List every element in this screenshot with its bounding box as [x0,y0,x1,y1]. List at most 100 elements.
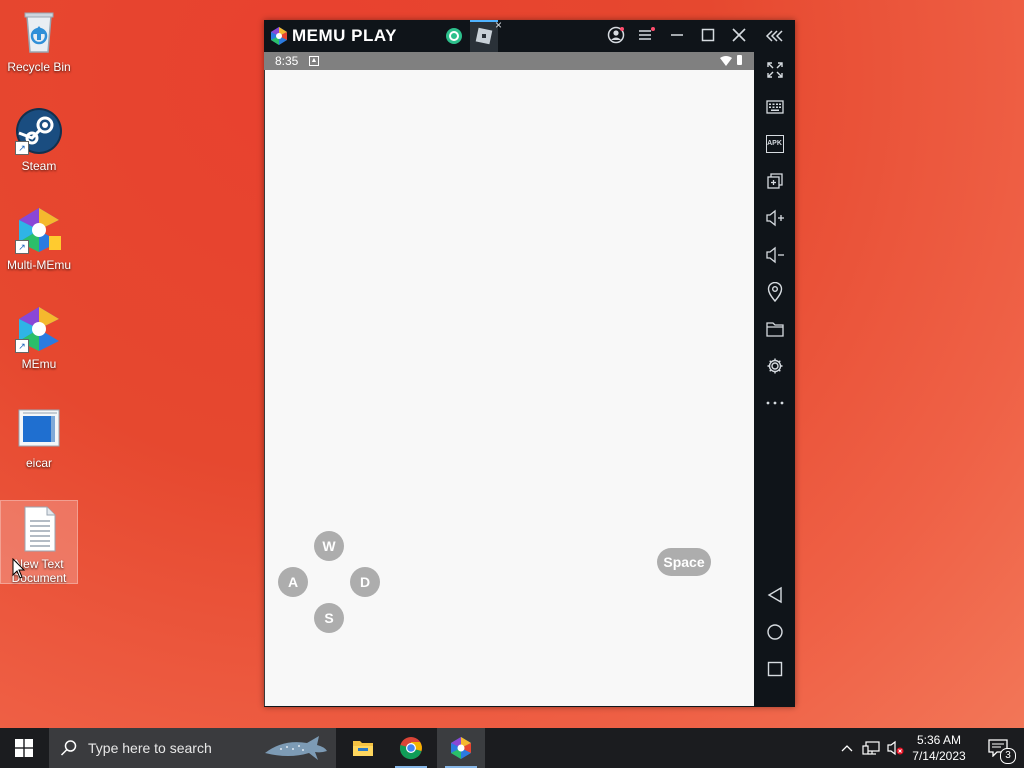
text-document-icon [15,505,63,553]
brand-text: MEMU PLAY [292,26,397,45]
home-icon [766,624,783,640]
keyboard-mapping-button[interactable] [754,95,795,119]
more-icon [766,401,783,405]
install-apk-button[interactable]: APK [754,132,795,156]
shortcut-arrow-icon: ↗ [15,339,29,353]
android-recents-button[interactable] [754,657,795,681]
desktop-icon-memu[interactable]: ↗ MEmu [1,305,77,371]
recycle-bin-icon [15,8,63,56]
hamburger-icon [639,27,655,40]
show-hidden-icons-button[interactable] [838,728,856,768]
desktop-icon-steam[interactable]: ↗ Steam [1,107,77,173]
volume-up-icon [765,209,784,227]
shortcut-arrow-icon: ↗ [15,141,29,155]
keyboard-icon [765,100,784,114]
desktop-icon-label: Recycle Bin [7,60,71,74]
taskbar-file-explorer[interactable] [339,728,387,768]
apk-icon: APK [765,135,784,153]
multi-memu-icon: ↗ [15,206,63,254]
settings-button[interactable] [754,354,795,378]
maximize-button[interactable] [698,26,718,46]
multi-window-icon [766,173,783,189]
network-button[interactable] [860,728,882,768]
file-explorer-icon [353,741,373,756]
taskbar-memu[interactable] [437,728,485,768]
network-icon [862,741,880,755]
close-button[interactable] [729,26,749,46]
chrome-icon [399,737,422,760]
multi-window-button[interactable] [754,169,795,193]
windows-taskbar: Type here to search 5:36 AM 7/14/2023 3 [0,728,1024,768]
close-icon [732,28,746,42]
android-screen[interactable]: W A D S Space [264,70,755,706]
search-icon [60,740,77,756]
memu-play-logo: MEMU PLAY [270,26,397,46]
minimize-button[interactable] [667,26,687,46]
collapse-sidebar-button[interactable] [754,24,795,48]
taskbar-chrome[interactable] [387,728,435,768]
eicar-file-icon [15,404,63,452]
desktop-icon-label: Multi-MEmu [6,258,71,272]
desktop-icon-label: Steam [21,159,57,173]
desktop-icon-multi-memu[interactable]: ↗ Multi-MEmu [1,206,77,272]
account-button[interactable] [606,26,626,46]
tab-close-button[interactable]: × [495,18,502,32]
keymap-w-button[interactable]: W [314,531,344,561]
mouse-cursor-icon [12,557,26,585]
keymap-d-button[interactable]: D [350,567,380,597]
location-pin-icon [767,282,782,302]
desktop-icon-label: eicar [25,456,52,470]
action-center-button[interactable]: 3 [978,728,1018,768]
chevron-up-icon [841,745,853,752]
more-button[interactable] [754,391,795,415]
menu-button[interactable] [636,26,656,46]
location-button[interactable] [754,280,795,304]
maximize-icon [701,28,715,42]
desktop-icon-recycle-bin[interactable]: Recycle Bin [1,8,77,74]
folder-icon [765,322,784,337]
user-icon [607,26,625,44]
triple-chevron-left-icon [765,30,783,42]
desktop-icon-label: MEmu [21,357,57,371]
shortcut-arrow-icon: ↗ [15,240,29,254]
notification-icon: ▲ [309,56,319,66]
taskbar-clock[interactable]: 5:36 AM 7/14/2023 [902,732,976,764]
clock-date: 7/14/2023 [912,749,966,763]
memu-icon: ↗ [15,305,63,353]
back-icon [767,586,782,604]
clock-time: 5:36 AM [916,733,962,747]
fullscreen-button[interactable] [754,58,795,82]
apk-icon-text: APK [767,140,782,147]
shared-folder-button[interactable] [754,317,795,341]
emulator-title-bar[interactable]: MEMU PLAY × [264,18,754,52]
desktop-icon-eicar[interactable]: eicar [1,404,77,470]
android-home-button[interactable] [754,620,795,644]
android-back-button[interactable] [754,583,795,607]
keymap-a-button[interactable]: A [278,567,308,597]
windows-logo-icon [15,739,33,757]
whale-shark-search-highlight-icon [265,736,327,760]
minimize-icon [671,34,683,36]
memu-emulator-window: MEMU PLAY × 8:35 ▲ W A D S Space APK [264,18,795,707]
tab-roblox[interactable]: × [470,18,502,52]
memu-taskbar-icon [451,737,471,759]
gear-icon [767,358,782,374]
keymap-space-button[interactable]: Space [657,548,711,576]
emulator-sidebar: APK [754,20,795,707]
search-placeholder: Type here to search [88,740,212,756]
volume-up-button[interactable] [754,206,795,230]
keymap-s-button[interactable]: S [314,603,344,633]
volume-down-button[interactable] [754,243,795,267]
start-button[interactable] [0,728,48,768]
tab-app-store[interactable] [444,26,464,46]
wifi-icon [720,55,732,69]
fullscreen-icon [766,62,783,78]
memu-logo-icon [271,27,287,45]
taskbar-search-box[interactable]: Type here to search [49,728,336,768]
status-time: 8:35 [275,54,299,68]
recents-icon [767,661,782,677]
battery-icon [737,55,742,65]
notification-count-badge: 3 [1000,748,1016,764]
android-status-bar: 8:35 ▲ [264,52,754,70]
volume-down-icon [765,246,784,264]
